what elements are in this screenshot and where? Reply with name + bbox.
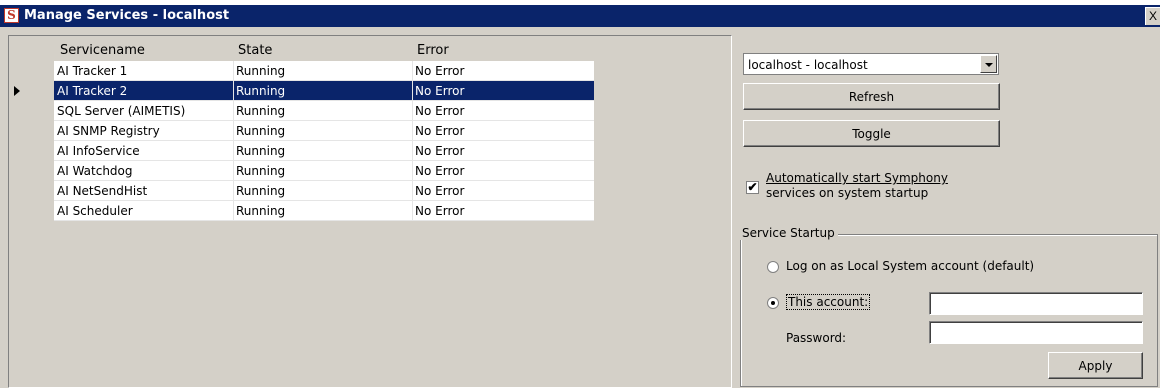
window-title: Manage Services - localhost [24, 8, 230, 23]
service-name-cell: AI Scheduler [57, 204, 133, 218]
service-startup-title: Service Startup [740, 226, 838, 240]
error-cell: No Error [415, 64, 465, 78]
error-cell: No Error [415, 184, 465, 198]
error-cell: No Error [415, 164, 465, 178]
service-name-cell: AI Tracker 2 [57, 84, 128, 98]
server-select-value: localhost - localhost [748, 58, 868, 72]
service-name-cell: AI InfoService [57, 144, 140, 158]
table-row[interactable]: AI SNMP Registry Running No Error [54, 121, 594, 141]
error-cell: No Error [415, 104, 465, 118]
controls-panel: localhost - localhost Refresh Toggle ✔ A… [734, 35, 1160, 388]
refresh-button[interactable]: Refresh [743, 83, 1000, 110]
cell-divider [233, 201, 234, 221]
local-system-label[interactable]: Log on as Local System account (default) [786, 259, 1034, 273]
cell-divider [233, 161, 234, 181]
cell-divider [233, 81, 234, 101]
cell-divider [233, 141, 234, 161]
cell-divider [233, 181, 234, 201]
toggle-button-label: Toggle [852, 127, 891, 141]
table-row[interactable]: AI Tracker 2 Running No Error [54, 81, 594, 101]
state-cell: Running [236, 104, 286, 118]
refresh-button-label: Refresh [848, 90, 895, 104]
cell-divider [412, 141, 413, 161]
error-cell: No Error [415, 124, 465, 138]
service-name-cell: SQL Server (AIMETIS) [57, 104, 186, 118]
table-row[interactable]: AI Scheduler Running No Error [54, 201, 594, 221]
services-table-body: AI Tracker 1 Running No Error AI Tracker 2 R… [54, 61, 594, 221]
state-cell: Running [236, 144, 286, 158]
manage-services-window: S Manage Services - localhost X Servicen… [0, 5, 1160, 388]
chevron-down-icon[interactable] [980, 55, 997, 73]
this-account-radio[interactable] [767, 297, 779, 309]
services-grid[interactable]: Servicename State Error AI Tracker 1 Runn… [8, 35, 732, 388]
autostart-checkbox[interactable]: ✔ [746, 181, 759, 194]
title-bar[interactable]: S Manage Services - localhost X [0, 5, 1160, 27]
service-name-cell: AI NetSendHist [57, 184, 148, 198]
service-name-cell: AI Tracker 1 [57, 64, 128, 78]
column-header-error[interactable]: Error [417, 43, 449, 58]
service-name-cell: AI Watchdog [57, 164, 133, 178]
cell-divider [412, 101, 413, 121]
service-name-cell: AI SNMP Registry [57, 124, 160, 138]
cell-divider [412, 161, 413, 181]
this-account-label-text: This account: [786, 294, 871, 310]
cell-divider [233, 61, 234, 81]
toggle-button[interactable]: Toggle [743, 120, 1000, 147]
table-row[interactable]: SQL Server (AIMETIS) Running No Error [54, 101, 594, 121]
error-cell: No Error [415, 84, 465, 98]
autostart-label-line1: Automatically start Symphony [766, 171, 948, 185]
password-label: Password: [786, 331, 847, 345]
column-header-servicename[interactable]: Servicename [60, 43, 145, 58]
cell-divider [412, 81, 413, 101]
cell-divider [233, 101, 234, 121]
table-row[interactable]: AI Tracker 1 Running No Error [54, 61, 594, 81]
error-cell: No Error [415, 144, 465, 158]
apply-button[interactable]: Apply [1048, 352, 1143, 379]
column-header-state[interactable]: State [238, 43, 272, 58]
current-row-indicator-icon [14, 86, 20, 96]
state-cell: Running [236, 184, 286, 198]
state-cell: Running [236, 124, 286, 138]
state-cell: Running [236, 64, 286, 78]
server-select[interactable]: localhost - localhost [743, 53, 999, 75]
service-startup-group: Service Startup Log on as Local System a… [740, 226, 1158, 387]
apply-button-label: Apply [1078, 359, 1113, 373]
password-field[interactable] [929, 321, 1143, 344]
local-system-radio[interactable] [767, 261, 779, 273]
this-account-label[interactable]: This account: [786, 294, 871, 310]
state-cell: Running [236, 204, 286, 218]
cell-divider [412, 61, 413, 81]
cell-divider [233, 121, 234, 141]
state-cell: Running [236, 164, 286, 178]
cell-divider [412, 181, 413, 201]
account-field[interactable] [929, 292, 1143, 315]
cell-divider [412, 121, 413, 141]
cell-divider [412, 201, 413, 221]
app-logo-icon: S [4, 8, 19, 23]
autostart-label[interactable]: Automatically start Symphony services on… [766, 171, 996, 201]
autostart-label-line2: services on system startup [766, 186, 929, 200]
state-cell: Running [236, 84, 286, 98]
table-row[interactable]: AI InfoService Running No Error [54, 141, 594, 161]
table-row[interactable]: AI NetSendHist Running No Error [54, 181, 594, 201]
close-button[interactable]: X [1145, 7, 1160, 25]
error-cell: No Error [415, 204, 465, 218]
table-row[interactable]: AI Watchdog Running No Error [54, 161, 594, 181]
